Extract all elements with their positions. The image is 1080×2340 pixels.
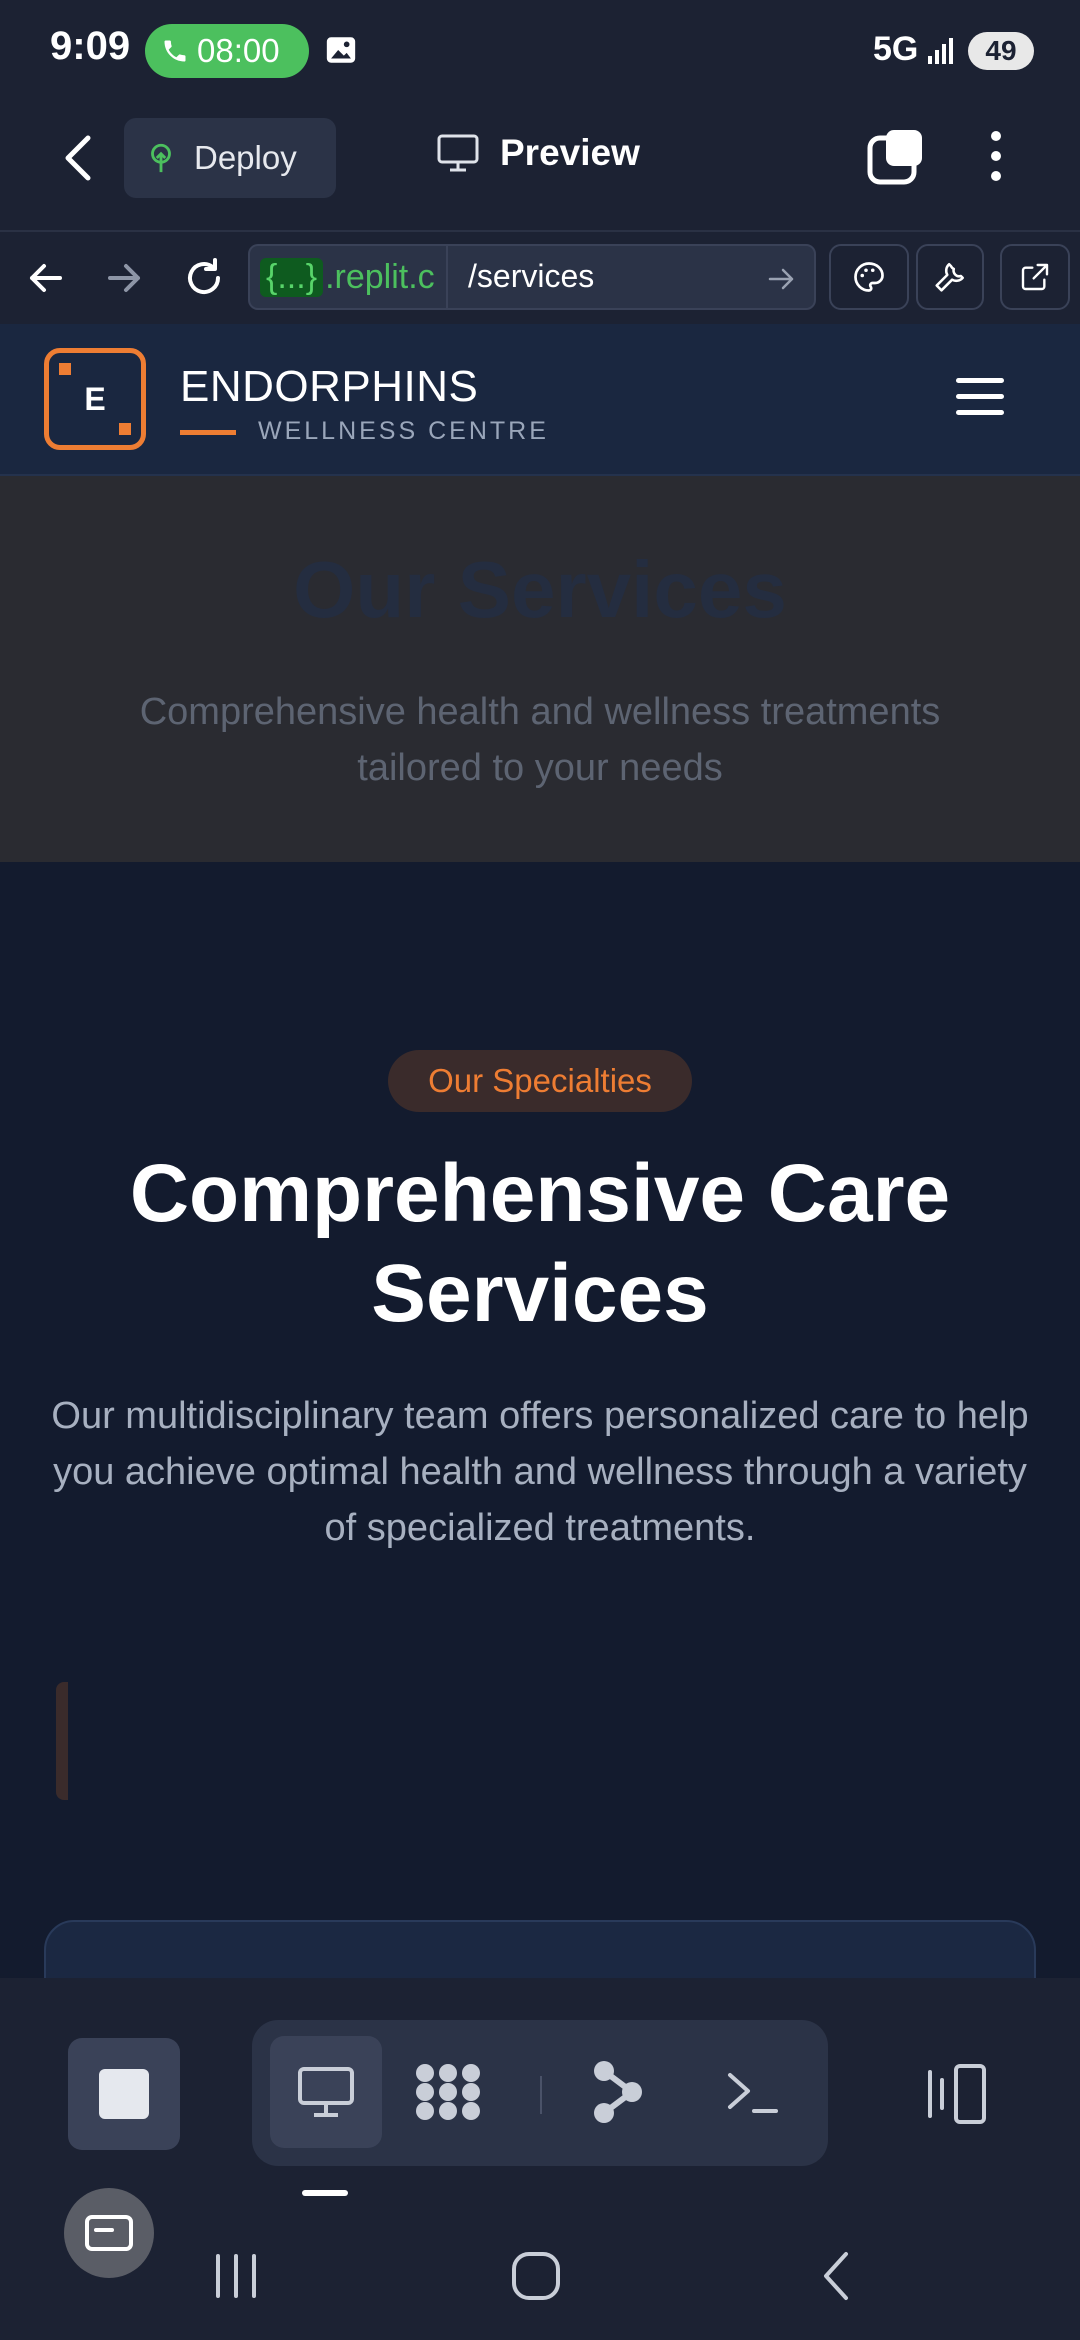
call-indicator[interactable]: 08:00: [145, 24, 309, 78]
deploy-label: Deploy: [194, 139, 297, 176]
monitor-icon: [298, 2067, 354, 2117]
terminal-icon: [728, 2073, 778, 2113]
brand-name[interactable]: ENDORPHINS: [180, 362, 478, 412]
section-description: Our multidisciplinary team offers person…: [51, 1395, 1029, 1549]
specialties-badge: Our Specialties: [388, 1050, 692, 1112]
logo-letter: E: [84, 380, 106, 417]
status-bar: 9:09 08:00 5G 49: [0, 0, 1080, 104]
section-title: Comprehensive Care Services: [129, 1148, 951, 1339]
tabs-icon[interactable]: [866, 128, 926, 188]
palette-icon: [854, 262, 884, 292]
devtools-button[interactable]: [916, 244, 984, 310]
tool-agent[interactable]: [392, 2036, 504, 2148]
tool-shell[interactable]: [696, 2036, 808, 2148]
monitor-icon: [437, 134, 479, 172]
kebab-menu-icon[interactable]: [976, 126, 1016, 186]
url-domain-text: .replit.c: [325, 257, 435, 296]
phone-icon: [164, 40, 186, 62]
brand-underline: [180, 430, 236, 435]
url-path[interactable]: /services: [468, 258, 594, 295]
hero-subtitle: Comprehensive health and wellness treatm…: [139, 691, 941, 789]
go-arrow-icon[interactable]: [766, 264, 796, 294]
back-arrow-icon[interactable]: [58, 130, 98, 186]
window-icon: [85, 2215, 133, 2251]
preview-label: Preview: [500, 132, 640, 173]
site-logo[interactable]: E: [44, 348, 146, 450]
split-view-icon[interactable]: [920, 2062, 990, 2126]
gallery-icon: [326, 37, 356, 63]
open-external-button[interactable]: [1000, 244, 1070, 310]
wrench-icon: [935, 262, 965, 292]
recent-apps-icon[interactable]: [206, 2246, 266, 2306]
url-domain: {...} .replit.c: [260, 254, 435, 300]
palette-button[interactable]: [829, 244, 909, 310]
url-divider: [446, 246, 448, 308]
stop-icon: [99, 2069, 149, 2119]
site-navbar: E ENDORPHINS WELLNESS CENTRE: [0, 324, 1080, 476]
battery-indicator: 49: [968, 32, 1034, 70]
arrow-left-icon[interactable]: [24, 256, 68, 300]
web-preview: E ENDORPHINS WELLNESS CENTRE Our Service…: [0, 324, 1080, 1978]
brand-tagline: WELLNESS CENTRE: [258, 417, 549, 445]
hero-section: Our Services Comprehensive health and we…: [0, 476, 1080, 862]
service-card-edge: [56, 1682, 68, 1800]
deploy-button[interactable]: Deploy: [124, 118, 336, 198]
reload-icon[interactable]: [182, 256, 226, 300]
status-time: 9:09: [50, 24, 131, 68]
tool-preview[interactable]: [270, 2036, 382, 2148]
deploy-tree-icon: [151, 143, 171, 173]
active-tab-indicator: [302, 2190, 348, 2196]
bottom-toolbar: [0, 1978, 1080, 2340]
service-card[interactable]: [44, 1920, 1036, 1978]
call-timer: 08:00: [197, 32, 280, 69]
home-icon[interactable]: [506, 2246, 566, 2306]
agent-dots-icon: [416, 2064, 480, 2120]
tool-git[interactable]: [562, 2036, 674, 2148]
tool-separator: [540, 2076, 542, 2114]
hero-title: Our Services: [293, 545, 787, 634]
git-branch-icon: [594, 2061, 642, 2123]
stop-button[interactable]: [68, 2038, 180, 2150]
preview-tab[interactable]: Preview: [436, 132, 640, 174]
signal-icon: [928, 38, 953, 64]
tool-switcher: [252, 2020, 828, 2166]
url-bar[interactable]: {...} .replit.c /services: [248, 244, 816, 310]
url-domain-badge: {...}: [260, 257, 324, 297]
hamburger-menu-icon[interactable]: [956, 378, 1006, 418]
network-type: 5G: [873, 30, 919, 68]
screen: 9:09 08:00 5G 49 Deploy Preview {...} .r…: [0, 0, 1080, 2340]
arrow-right-icon[interactable]: [102, 256, 146, 300]
floating-window-button[interactable]: [64, 2188, 154, 2278]
external-link-icon: [1021, 263, 1049, 291]
system-back-icon[interactable]: [808, 2246, 868, 2306]
